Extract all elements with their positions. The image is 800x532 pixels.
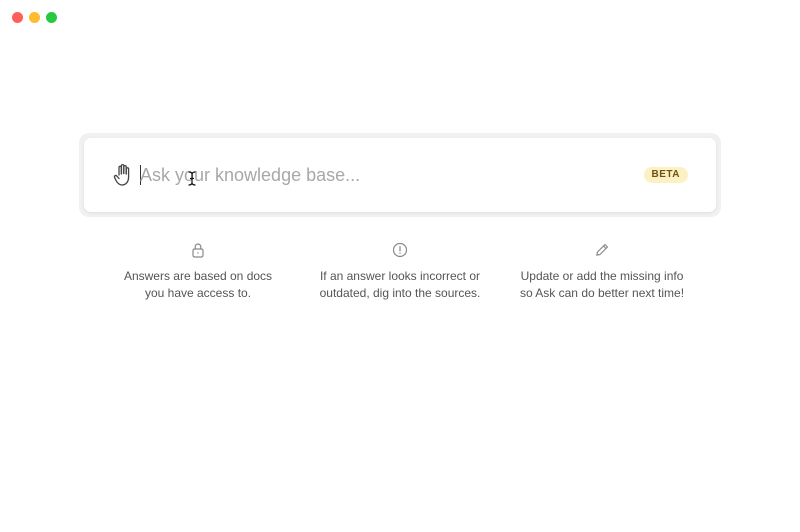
- tip-line: Update or add the missing info: [520, 269, 684, 283]
- tip-text: Update or add the missing info so Ask ca…: [497, 268, 707, 302]
- tip-access: Answers are based on docs you have acces…: [93, 242, 303, 302]
- tip-line: If an answer looks incorrect or: [319, 269, 481, 283]
- tip-line: outdated, dig into the sources.: [319, 286, 481, 300]
- search-input[interactable]: [140, 162, 620, 188]
- alert-circle-icon: [392, 242, 408, 258]
- tip-update: Update or add the missing info so Ask ca…: [497, 242, 707, 302]
- tip-line: Answers are based on docs: [123, 269, 273, 283]
- tip-text: Answers are based on docs you have acces…: [93, 268, 303, 302]
- app-window: BETA Answers are based on docs you have …: [0, 0, 800, 532]
- pencil-icon: [596, 243, 609, 256]
- lock-icon: [192, 243, 204, 258]
- window-controls: [12, 12, 57, 23]
- minimize-button[interactable]: [29, 12, 40, 23]
- search-bar[interactable]: BETA: [84, 138, 716, 212]
- tip-line: you have access to.: [144, 286, 252, 300]
- tip-text: If an answer looks incorrect or outdated…: [295, 268, 505, 302]
- zoom-button[interactable]: [46, 12, 57, 23]
- beta-badge: BETA: [643, 167, 688, 183]
- hand-icon: [113, 164, 130, 186]
- tip-sources: If an answer looks incorrect or outdated…: [295, 242, 505, 302]
- ibeam-cursor-icon: [188, 171, 196, 186]
- close-button[interactable]: [12, 12, 23, 23]
- tip-line: so Ask can do better next time!: [519, 286, 685, 300]
